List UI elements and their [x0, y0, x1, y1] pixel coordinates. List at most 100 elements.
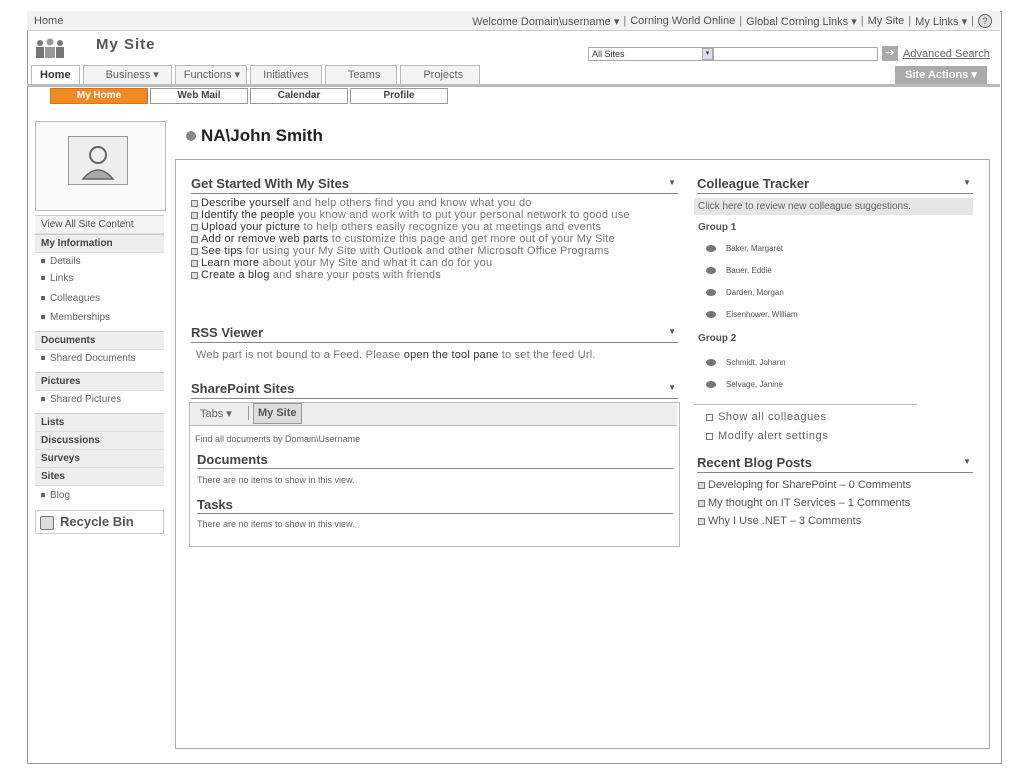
tab-teams[interactable]: Teams	[324, 65, 398, 84]
sharepoint-sites-title[interactable]: SharePoint Sites ▼	[191, 381, 678, 399]
user-name: NA\John Smith	[201, 126, 323, 145]
colleague-item[interactable]: Bauer, Eddie	[706, 266, 772, 275]
colleague-item[interactable]: Eisenhower, William	[706, 310, 798, 319]
upload-picture-link[interactable]: Upload your picture	[201, 221, 300, 233]
site-actions-button[interactable]: Site Actions ▾	[895, 66, 987, 84]
view-all-site-content-link[interactable]: View All Site Content	[35, 215, 164, 234]
site-title: My Site	[96, 36, 156, 53]
tab-business[interactable]: Business ▾	[82, 65, 172, 84]
search-scope-value: All Sites	[592, 49, 625, 59]
chevron-down-icon[interactable]: ▼	[668, 178, 676, 187]
presence-icon[interactable]	[186, 131, 196, 141]
presence-icon	[706, 245, 716, 252]
tab-initiatives[interactable]: Initiatives	[250, 65, 322, 84]
corning-world-online-link[interactable]: Corning World Online	[630, 15, 735, 27]
get-started-list: Describe yourself and help others find y…	[191, 197, 678, 281]
plus-icon	[706, 432, 713, 440]
chevron-down-icon[interactable]: ▼	[668, 327, 676, 336]
pictures-heading[interactable]: Pictures	[35, 372, 164, 391]
presence-icon	[706, 311, 716, 318]
blog-post-link[interactable]: My thought on IT Services – 1 Comments	[698, 497, 910, 509]
my-site-link[interactable]: My Site	[868, 15, 905, 27]
presence-icon	[706, 289, 716, 296]
open-tool-pane-link[interactable]: open the tool pane	[404, 349, 499, 361]
profile-picture-box	[35, 121, 166, 211]
documents-heading[interactable]: Documents	[35, 331, 164, 350]
nav-item-links[interactable]: Links	[35, 270, 164, 290]
colleague-tracker-title[interactable]: Colleague Tracker ▼	[697, 176, 973, 194]
recent-blog-posts-title[interactable]: Recent Blog Posts ▼	[697, 455, 973, 473]
avatar[interactable]	[68, 136, 128, 185]
nav-item-memberships[interactable]: Memberships	[35, 309, 164, 326]
sites-heading[interactable]: Sites	[35, 468, 164, 486]
identify-people-link[interactable]: Identify the people	[201, 209, 295, 221]
list-item: Identify the people you know and work wi…	[191, 209, 678, 221]
chevron-down-icon[interactable]: ▼	[963, 457, 971, 466]
advanced-search-link[interactable]: Advanced Search	[903, 48, 990, 60]
nav-item-details[interactable]: Details	[35, 253, 164, 270]
find-documents-text: Find all documents by Domain\Username	[195, 434, 361, 444]
list-item: Learn more about your My Site and what i…	[191, 257, 678, 269]
tab-my-site[interactable]: My Site	[253, 403, 302, 424]
lists-heading[interactable]: Lists	[35, 413, 164, 432]
subtab-calendar[interactable]: Calendar	[250, 88, 348, 104]
create-blog-link[interactable]: Create a blog	[201, 269, 270, 281]
welcome-menu[interactable]: Welcome Domain\username ▾	[472, 15, 619, 28]
colleague-item[interactable]: Schmidt, Johann	[706, 358, 786, 367]
documents-empty-text: There are no items to show in this view.	[197, 475, 355, 485]
subtab-my-home[interactable]: My Home	[50, 88, 148, 104]
plus-icon	[706, 413, 713, 421]
get-started-title[interactable]: Get Started With My Sites ▼	[191, 176, 678, 194]
nav-item-blog[interactable]: Blog	[35, 486, 164, 506]
group-1-heading: Group 1	[698, 222, 737, 233]
chevron-down-icon[interactable]: ▼	[668, 383, 676, 392]
presence-icon	[706, 381, 716, 388]
surveys-heading[interactable]: Surveys	[35, 450, 164, 468]
my-information-heading[interactable]: My Information	[35, 234, 164, 253]
page-title: NA\John Smith	[186, 126, 323, 146]
global-corning-links-menu[interactable]: Global Corning Links ▾	[746, 15, 857, 28]
nav-item-shared-pictures[interactable]: Shared Pictures	[35, 391, 164, 408]
recycle-bin-link[interactable]: Recycle Bin	[35, 510, 164, 534]
nav-item-shared-documents[interactable]: Shared Documents	[35, 350, 164, 367]
group-2-heading: Group 2	[698, 333, 737, 344]
tabs-menu[interactable]: Tabs ▾	[200, 407, 232, 420]
blog-post-link[interactable]: Why I Use .NET – 3 Comments	[698, 515, 861, 527]
modify-alert-settings-link[interactable]: Modify alert settings	[706, 430, 828, 442]
chevron-down-icon[interactable]: ▼	[963, 178, 971, 187]
see-tips-link[interactable]: See tips	[201, 245, 242, 257]
presence-icon	[706, 267, 716, 274]
recycle-bin-icon	[40, 515, 54, 530]
subtab-web-mail[interactable]: Web Mail	[150, 88, 248, 104]
tasks-subtitle: Tasks	[197, 497, 673, 514]
home-link[interactable]: Home	[34, 15, 63, 27]
help-icon[interactable]: ?	[978, 14, 992, 28]
subtabs: My Home Web Mail Calendar Profile	[50, 88, 450, 104]
rss-message: Web part is not bound to a Feed. Please …	[196, 349, 596, 361]
tab-functions[interactable]: Functions ▾	[174, 65, 248, 84]
nav-item-colleagues[interactable]: Colleagues	[35, 290, 164, 309]
show-all-colleagues-link[interactable]: Show all colleagues	[706, 411, 827, 423]
add-remove-web-parts-link[interactable]: Add or remove web parts	[201, 233, 329, 245]
discussions-heading[interactable]: Discussions	[35, 432, 164, 450]
describe-yourself-link[interactable]: Describe yourself	[201, 197, 289, 209]
subtab-profile[interactable]: Profile	[350, 88, 448, 104]
colleague-item[interactable]: Selvage, Janine	[706, 380, 783, 389]
colleague-item[interactable]: Darden, Morgan	[706, 288, 784, 297]
learn-more-link[interactable]: Learn more	[201, 257, 259, 269]
list-item: See tips for using your My Site with Out…	[191, 245, 678, 257]
quick-launch: View All Site Content My Information Det…	[35, 215, 164, 534]
chevron-down-icon[interactable]: ▾	[702, 48, 713, 60]
tab-projects[interactable]: Projects	[400, 65, 481, 84]
colleague-suggestions-link[interactable]: Click here to review new colleague sugge…	[694, 198, 973, 215]
list-item: Upload your picture to help others easil…	[191, 221, 678, 233]
my-links-menu[interactable]: My Links ▾	[915, 15, 967, 28]
colleague-item[interactable]: Baker, Margaret	[706, 244, 783, 253]
rss-viewer-title[interactable]: RSS Viewer ▼	[191, 325, 678, 343]
tab-home[interactable]: Home	[31, 65, 80, 84]
search-go-icon[interactable]: ➔	[882, 46, 898, 61]
divider	[694, 404, 917, 405]
search-input[interactable]: ▾	[702, 47, 878, 61]
tasks-empty-text: There are no items to show in this view.	[197, 519, 355, 529]
blog-post-link[interactable]: Developing for SharePoint – 0 Comments	[698, 479, 911, 491]
